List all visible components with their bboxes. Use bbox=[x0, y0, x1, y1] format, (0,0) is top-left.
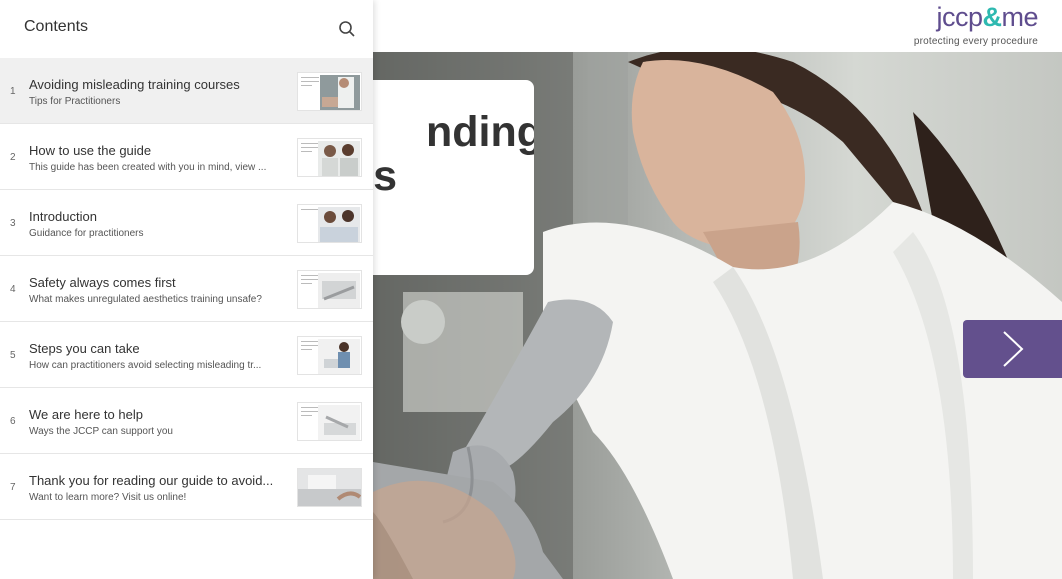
toc-number: 5 bbox=[10, 350, 16, 361]
logo-ampersand: & bbox=[982, 2, 1002, 32]
toc-item-4[interactable]: 4 Safety always comes first What makes u… bbox=[0, 256, 373, 322]
toc-subtitle: What makes unregulated aesthetics traini… bbox=[29, 294, 262, 305]
toc-subtitle: How can practitioners avoid selecting mi… bbox=[29, 360, 262, 371]
toc-subtitle: Tips for Practitioners bbox=[29, 96, 121, 107]
toc-title: Avoiding misleading training courses bbox=[29, 77, 240, 92]
toc-number: 1 bbox=[10, 86, 16, 97]
logo-wordmark: jccp&me bbox=[914, 2, 1038, 32]
toc-number: 3 bbox=[10, 218, 16, 229]
hero-title-line-1: nding bbox=[425, 108, 534, 156]
next-slide-button[interactable] bbox=[963, 320, 1062, 378]
logo-tagline: protecting every procedure bbox=[913, 36, 1038, 47]
toc-title: Thank you for reading our guide to avoid… bbox=[29, 473, 274, 488]
toc-item-6[interactable]: 6 We are here to help Ways the JCCP can … bbox=[0, 388, 373, 454]
toc-item-7[interactable]: 7 Thank you for reading our guide to avo… bbox=[0, 454, 373, 520]
toc-title: We are here to help bbox=[29, 407, 143, 422]
toc-thumbnail bbox=[297, 402, 362, 441]
toc-title: Steps you can take bbox=[29, 341, 140, 356]
toc-thumbnail bbox=[297, 336, 362, 375]
toc-thumbnail bbox=[297, 138, 362, 177]
toc-item-5[interactable]: 5 Steps you can take How can practitione… bbox=[0, 322, 373, 388]
search-icon bbox=[339, 21, 355, 37]
search-button[interactable] bbox=[338, 20, 356, 38]
contents-sidebar: Contents 1 Avoiding misleading training … bbox=[0, 0, 373, 579]
toc-number: 7 bbox=[10, 482, 16, 493]
logo-suffix: me bbox=[1001, 2, 1038, 32]
toc-thumbnail bbox=[297, 204, 362, 243]
toc-subtitle: Want to learn more? Visit us online! bbox=[29, 492, 187, 503]
toc-subtitle: This guide has been created with you in … bbox=[29, 162, 267, 173]
toc-subtitle: Guidance for practitioners bbox=[29, 228, 144, 239]
hero-title: nding s bbox=[373, 110, 534, 198]
toc-thumbnail bbox=[297, 468, 362, 507]
toc-item-2[interactable]: 2 How to use the guide This guide has be… bbox=[0, 124, 373, 190]
toc-number: 4 bbox=[10, 284, 16, 295]
toc-number: 6 bbox=[10, 416, 16, 427]
toc-thumbnail bbox=[297, 270, 362, 309]
toc-title: Introduction bbox=[29, 209, 97, 224]
chevron-right-icon bbox=[1002, 331, 1023, 367]
brand-logo[interactable]: jccp&me protecting every procedure bbox=[913, 2, 1039, 47]
sidebar-title: Contents bbox=[24, 18, 89, 35]
logo-prefix: jccp bbox=[936, 2, 983, 32]
sidebar-header: Contents bbox=[0, 0, 373, 58]
hero-title-card: nding s bbox=[373, 80, 534, 275]
toc-title: Safety always comes first bbox=[29, 275, 176, 290]
toc-subtitle: Ways the JCCP can support you bbox=[29, 426, 173, 437]
toc-thumbnail bbox=[297, 72, 362, 111]
toc-title: How to use the guide bbox=[29, 143, 152, 158]
toc-item-1[interactable]: 1 Avoiding misleading training courses T… bbox=[0, 58, 373, 124]
toc-number: 2 bbox=[10, 152, 16, 163]
hero-title-line-2: s bbox=[373, 152, 397, 200]
toc-item-3[interactable]: 3 Introduction Guidance for practitioner… bbox=[0, 190, 373, 256]
